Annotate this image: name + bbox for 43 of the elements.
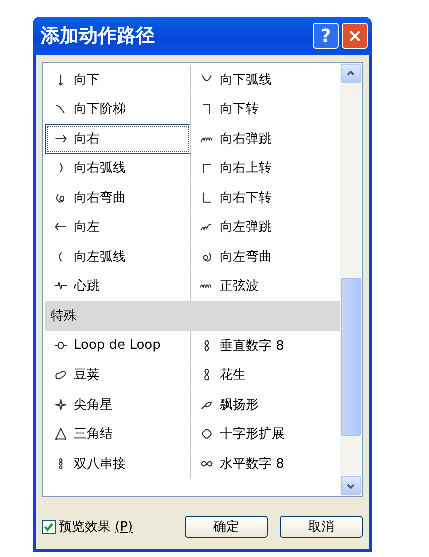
path-item[interactable]: 向下弧线 [191, 65, 340, 94]
path-item[interactable]: 向下 [45, 65, 191, 94]
path-item[interactable]: 垂直数字 8 [191, 331, 340, 360]
path-item[interactable]: 向右弧线 [45, 154, 191, 183]
motion-path-icon [200, 190, 214, 205]
path-item[interactable]: 向左弹跳 [191, 212, 340, 242]
path-item[interactable]: 向左弧线 [45, 242, 191, 272]
category-header: 特殊 [45, 301, 340, 331]
close-button[interactable]: × [342, 23, 368, 49]
path-item[interactable]: 向右上转 [191, 154, 340, 183]
path-item[interactable]: 向右弯曲 [45, 183, 191, 212]
path-item[interactable]: 水平数字 8 [191, 449, 340, 478]
path-item[interactable]: 三角结 [45, 420, 191, 449]
dialog-button[interactable]: 确定 [185, 516, 268, 538]
path-item[interactable]: 向下阶梯 [45, 94, 191, 124]
dialog-button[interactable]: 取消 [280, 516, 363, 538]
preview-checkbox[interactable] [42, 520, 56, 534]
motion-path-icon [54, 398, 68, 412]
scroll-up-icon[interactable] [341, 64, 361, 83]
path-item[interactable]: 豆荚 [45, 360, 191, 390]
path-item[interactable]: 尖角星 [45, 390, 191, 420]
path-item[interactable]: 向下转 [191, 94, 340, 124]
help-button[interactable]: ? [313, 23, 339, 49]
path-item[interactable]: 双八串接 [45, 449, 191, 478]
scroll-thumb[interactable] [341, 278, 361, 436]
motion-path-icon [200, 161, 214, 176]
motion-path-icon [54, 427, 68, 442]
window-title: 添加动作路径 [41, 24, 156, 49]
preview-label[interactable]: 预览效果 (P) [59, 518, 134, 536]
path-item[interactable]: 向左 [45, 212, 191, 242]
path-item[interactable]: 正弦波 [191, 272, 340, 301]
scrollbar[interactable] [340, 63, 362, 496]
path-item[interactable]: 十字形扩展 [191, 420, 340, 449]
path-item[interactable]: 花生 [191, 360, 340, 390]
motion-path-icon [54, 368, 68, 382]
path-item[interactable]: 向右弹跳 [191, 124, 340, 154]
path-item[interactable]: 向右 [45, 124, 191, 154]
motion-path-icon [200, 427, 214, 442]
path-item[interactable]: 向右下转 [191, 183, 340, 212]
path-item[interactable]: 向左弯曲 [191, 242, 340, 272]
path-item[interactable]: Loop de Loop [45, 331, 191, 360]
scroll-down-icon[interactable] [341, 476, 361, 495]
path-item[interactable]: 飘扬形 [191, 390, 340, 420]
